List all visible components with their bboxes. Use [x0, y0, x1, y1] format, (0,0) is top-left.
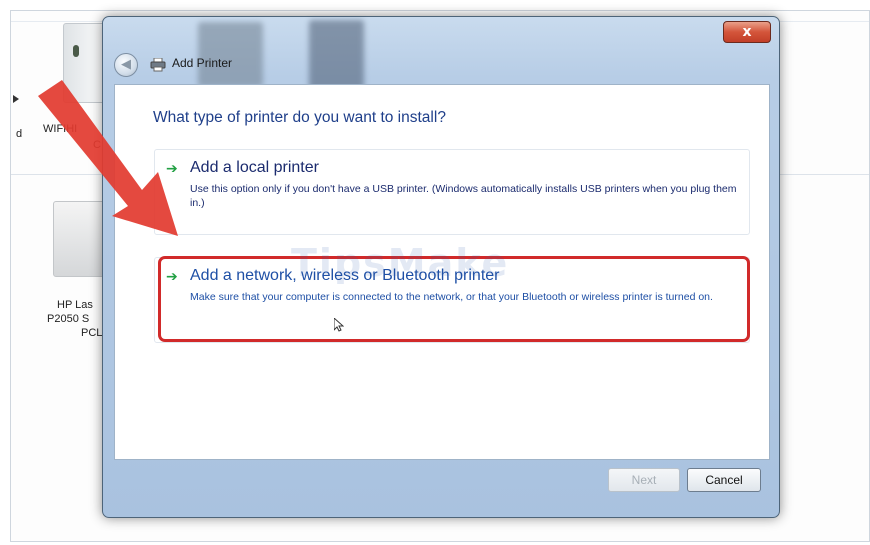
back-arrow-icon: ◀ — [121, 57, 131, 72]
watermark: TipsMake — [291, 241, 510, 285]
cancel-button[interactable]: Cancel — [687, 468, 761, 492]
mouse-cursor-icon — [333, 316, 345, 332]
close-button[interactable]: x — [723, 21, 771, 43]
dialog-footer: Next Cancel — [114, 458, 768, 510]
add-printer-dialog: ◀ Add Printer x What type of printer do … — [102, 16, 780, 518]
background-device-label: d — [15, 128, 23, 140]
back-button[interactable]: ◀ — [114, 53, 138, 77]
close-icon: x — [742, 24, 752, 40]
next-button[interactable]: Next — [608, 468, 680, 492]
background-device-label: WIFIHI — [43, 123, 78, 135]
expand-arrow-icon — [11, 89, 21, 103]
background-blur — [309, 20, 364, 90]
dialog-content: What type of printer do you want to inst… — [114, 84, 770, 460]
option-title: Add a local printer — [190, 159, 319, 176]
add-local-printer-option[interactable]: ➔ Add a local printer Use this option on… — [154, 149, 750, 235]
printer-icon — [150, 57, 166, 72]
background-blur — [198, 22, 263, 87]
option-description: Use this option only if you don't have a… — [190, 183, 737, 209]
window-title: Add Printer — [172, 56, 233, 70]
green-arrow-icon: ➔ — [166, 161, 178, 177]
page-heading: What type of printer do you want to inst… — [153, 109, 446, 126]
